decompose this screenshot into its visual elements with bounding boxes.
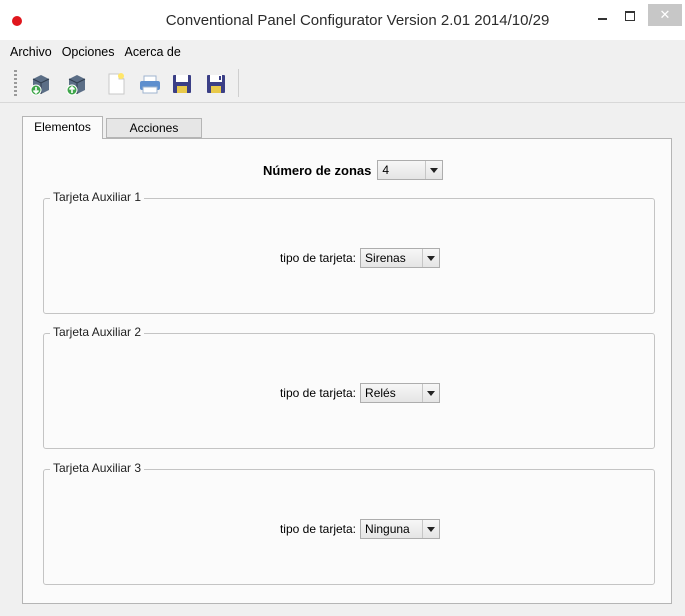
- save-icon[interactable]: [170, 72, 192, 94]
- card-type-row: tipo de tarjeta: Sirenas: [44, 248, 654, 268]
- elementos-panel: Número de zonas 4 Tarjeta Auxiliar 1 tip…: [22, 138, 672, 604]
- title-bar: Conventional Panel Configurator Version …: [0, 0, 685, 40]
- print-icon[interactable]: [138, 72, 160, 94]
- card-type-value: Relés: [361, 384, 424, 402]
- menu-opciones[interactable]: Opciones: [62, 45, 121, 59]
- card-type-select[interactable]: Sirenas: [360, 248, 441, 268]
- download-panel-icon[interactable]: [64, 72, 86, 96]
- minimize-button[interactable]: [589, 6, 615, 26]
- zones-label: Número de zonas: [263, 162, 372, 178]
- menu-archivo[interactable]: Archivo: [10, 45, 58, 59]
- chevron-down-icon: [423, 520, 439, 538]
- aux-card-group-2: Tarjeta Auxiliar 2 tipo de tarjeta: Relé…: [43, 325, 655, 449]
- aux-card-title: Tarjeta Auxiliar 2: [50, 325, 145, 339]
- maximize-icon: [625, 11, 635, 21]
- zones-select-value: 4: [378, 161, 427, 179]
- window-title: Conventional Panel Configurator Version …: [165, 12, 550, 29]
- chevron-down-icon: [423, 384, 439, 402]
- new-file-icon[interactable]: [104, 72, 126, 95]
- chevron-down-icon: [426, 161, 442, 179]
- card-type-label: tipo de tarjeta:: [279, 522, 357, 536]
- card-type-row: tipo de tarjeta: Ninguna: [44, 519, 654, 539]
- card-type-select[interactable]: Relés: [360, 383, 441, 403]
- chevron-down-icon: [423, 249, 439, 267]
- zones-row: Número de zonas 4: [263, 159, 444, 181]
- menu-bar: Archivo Opciones Acerca de: [0, 41, 685, 63]
- aux-card-group-1: Tarjeta Auxiliar 1 tipo de tarjeta: Sire…: [43, 190, 655, 314]
- tab-elementos[interactable]: Elementos: [22, 116, 103, 139]
- app-window: Conventional Panel Configurator Version …: [0, 0, 685, 616]
- card-type-row: tipo de tarjeta: Relés: [44, 383, 654, 403]
- close-button[interactable]: ✕: [648, 4, 682, 26]
- upload-panel-icon[interactable]: [28, 72, 50, 96]
- card-type-label: tipo de tarjeta:: [279, 251, 357, 265]
- toolbar-grip[interactable]: [14, 70, 17, 96]
- maximize-button[interactable]: [618, 6, 642, 26]
- toolbar: [0, 63, 685, 103]
- minimize-icon: [597, 18, 607, 20]
- toolbar-separator: [238, 69, 239, 97]
- aux-card-title: Tarjeta Auxiliar 3: [50, 461, 145, 475]
- card-type-value: Ninguna: [361, 520, 424, 538]
- tab-acciones[interactable]: Acciones: [106, 118, 202, 138]
- aux-card-group-3: Tarjeta Auxiliar 3 tipo de tarjeta: Ning…: [43, 461, 655, 585]
- save-as-icon[interactable]: [204, 72, 226, 94]
- card-type-label: tipo de tarjeta:: [279, 386, 357, 400]
- close-icon: ✕: [659, 7, 671, 22]
- aux-card-title: Tarjeta Auxiliar 1: [50, 190, 145, 204]
- card-type-value: Sirenas: [361, 249, 424, 267]
- card-type-select[interactable]: Ninguna: [360, 519, 441, 539]
- zones-select[interactable]: 4: [377, 160, 444, 180]
- menu-acerca-de[interactable]: Acerca de: [125, 45, 187, 59]
